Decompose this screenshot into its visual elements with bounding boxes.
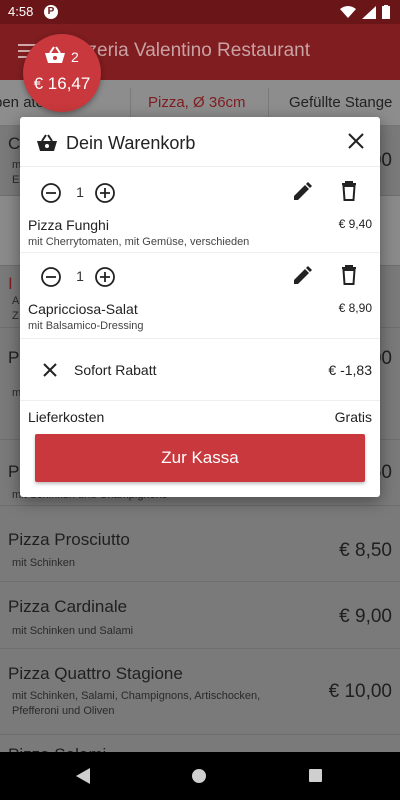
delivery-label: Lieferkosten	[28, 409, 105, 425]
item-name: Pizza Prosciutto	[8, 530, 130, 549]
system-nav-bar	[0, 752, 400, 800]
item-desc: mit Schinken und Salami	[12, 625, 134, 637]
item-name: Pizza Funghi	[28, 217, 109, 233]
dialog-title: Dein Warenkorb	[66, 133, 196, 153]
item-price: € 10,00	[328, 681, 392, 702]
minus-circle-icon[interactable]	[40, 266, 62, 288]
item-quantity: 1	[76, 184, 84, 200]
basket-icon	[37, 134, 57, 151]
app-notification-icon: P	[44, 5, 58, 19]
item-name: Pizza Quattro Stagione	[8, 664, 183, 683]
status-time: 4:58	[8, 4, 34, 19]
discount-value: € -1,83	[328, 362, 372, 378]
item-price: € 8,90	[338, 301, 372, 315]
item-name: P	[8, 348, 20, 367]
list-item[interactable]: Pizza Prosciutto mit Schinken € 8,50	[0, 516, 400, 582]
item-desc: mit Cherrytomaten, mit Gemüse, verschied…	[28, 236, 250, 248]
checkout-button[interactable]: Zur Kassa	[35, 434, 365, 482]
status-bar: 4:58 P	[0, 0, 400, 24]
cart-total: € 16,47	[33, 74, 91, 93]
item-name: Pizza Cardinale	[8, 597, 128, 616]
item-price: € 9,00	[339, 606, 392, 627]
cart-dialog: Dein Warenkorb 1 Pizza Funghi mit Cherry…	[20, 117, 380, 497]
wifi-icon	[340, 5, 356, 18]
tab-pizza[interactable]: Pizza, Ø 36cm	[148, 94, 246, 111]
tab-gefuellte-stange[interactable]: Gefüllte Stange	[289, 94, 392, 111]
item-price: € 9,40	[338, 217, 372, 231]
battery-icon	[382, 5, 390, 19]
edit-icon[interactable]	[292, 182, 312, 202]
list-item[interactable]: Pizza Quattro Stagione mit Schinken, Sal…	[0, 649, 400, 735]
close-icon[interactable]	[346, 131, 366, 151]
item-desc: mit Balsamico-Dressing	[28, 320, 144, 332]
item-desc: A Z	[12, 295, 20, 322]
recent-apps-icon[interactable]	[309, 769, 322, 782]
status-icons	[340, 5, 390, 19]
trash-icon[interactable]	[341, 181, 357, 201]
app-title: zzeria Valentino Restaurant	[78, 40, 310, 61]
delivery-value: Gratis	[334, 409, 372, 425]
cart-item: 1 Capricciosa-Salat mit Balsamico-Dressi…	[20, 253, 380, 339]
plus-circle-icon[interactable]	[94, 182, 116, 204]
minus-circle-icon[interactable]	[40, 182, 62, 204]
trash-icon[interactable]	[341, 265, 357, 285]
cart-fab[interactable]: 2 € 16,47	[23, 34, 101, 112]
item-name: I	[8, 274, 13, 293]
item-desc: mit Schinken	[12, 557, 75, 569]
dialog-header: Dein Warenkorb	[20, 117, 380, 167]
item-name: P	[8, 462, 20, 481]
item-name: C	[8, 134, 21, 153]
item-name: Capricciosa-Salat	[28, 301, 138, 317]
signal-icon	[362, 5, 376, 19]
basket-icon	[45, 46, 65, 63]
back-icon[interactable]	[76, 768, 90, 784]
discount-label: Sofort Rabatt	[74, 362, 157, 378]
plus-circle-icon[interactable]	[94, 266, 116, 288]
cart-count: 2	[71, 49, 79, 65]
edit-icon[interactable]	[292, 266, 312, 286]
home-icon[interactable]	[192, 769, 206, 783]
remove-discount-icon[interactable]	[42, 362, 58, 378]
discount-row: Sofort Rabatt € -1,83	[20, 339, 380, 401]
item-quantity: 1	[76, 268, 84, 284]
cart-item: 1 Pizza Funghi mit Cherrytomaten, mit Ge…	[20, 167, 380, 253]
list-item[interactable]: Pizza Cardinale mit Schinken und Salami …	[0, 582, 400, 649]
delivery-row: Lieferkosten Gratis	[20, 401, 380, 431]
item-desc: mit Schinken, Salami, Champignons, Artis…	[12, 690, 261, 717]
item-price: € 8,50	[339, 540, 392, 561]
